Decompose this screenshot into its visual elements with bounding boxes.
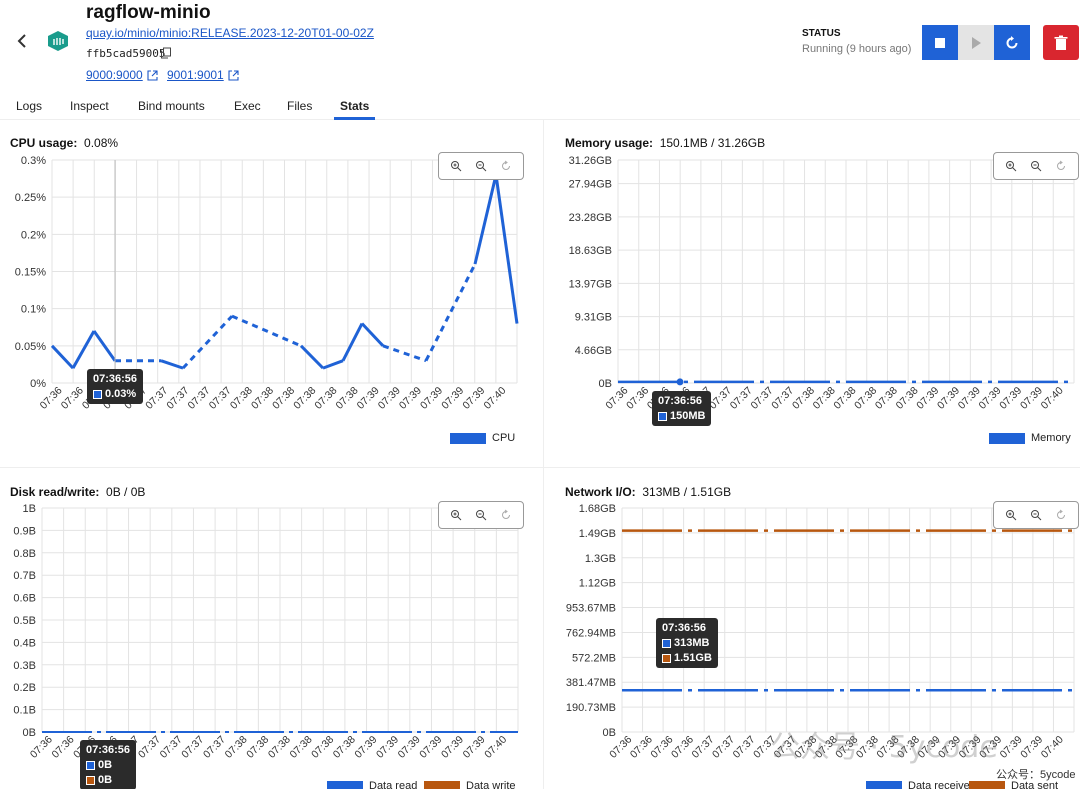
zoom-out-icon[interactable] xyxy=(1026,156,1046,176)
series-swatch xyxy=(662,638,671,648)
memory-legend[interactable]: Memory xyxy=(989,432,1071,444)
tooltip-value: 150MB xyxy=(670,410,706,422)
disk-legend-read[interactable]: Data read xyxy=(327,780,417,789)
zoom-out-icon[interactable] xyxy=(1026,505,1046,525)
x-tick-label: 07:37 xyxy=(710,734,737,761)
disk-legend-write[interactable]: Data write xyxy=(424,780,516,789)
tooltip-value: 0B xyxy=(98,759,113,771)
disk-tooltip: 07:36:56 0B 0B xyxy=(80,740,137,789)
tooltip-row: 0.03% xyxy=(93,388,137,400)
y-tick-label: 1.3GB xyxy=(585,553,616,565)
tooltip-value: 1.51GB xyxy=(674,652,712,664)
y-tick-label: 572.2MB xyxy=(572,652,616,664)
x-tick-label: 07:36 xyxy=(628,734,655,761)
series-swatch xyxy=(658,411,667,421)
x-tick-label: 07:36 xyxy=(669,734,696,761)
legend-label: Memory xyxy=(1031,432,1071,444)
reset-zoom-icon[interactable] xyxy=(496,156,516,176)
legend-label: Data read xyxy=(369,780,418,789)
y-tick-label: 1.12GB xyxy=(579,578,616,590)
x-tick-label: 07:39 xyxy=(998,734,1025,761)
tooltip-row: 0B xyxy=(86,774,130,786)
zoom-in-icon[interactable] xyxy=(446,505,466,525)
series-swatch xyxy=(86,775,95,785)
zoom-out-icon[interactable] xyxy=(471,156,491,176)
network-tooltip: 07:36:56 313MB 1.51GB xyxy=(656,618,718,668)
legend-swatch xyxy=(989,432,1025,444)
watermark: 公众号 · 5ycode xyxy=(770,730,998,765)
tooltip-time: 07:36:56 xyxy=(86,744,131,756)
x-tick-label: 07:36 xyxy=(648,734,675,761)
series-swatch xyxy=(662,653,671,663)
disk-zoom-toolbox xyxy=(438,501,524,529)
series-swatch xyxy=(93,389,102,399)
legend-swatch xyxy=(866,780,902,789)
memory-zoom-toolbox xyxy=(993,152,1079,180)
legend-label: Data received xyxy=(908,780,976,789)
cpu-tooltip: 07:36:56 0.03% xyxy=(87,369,144,404)
tooltip-time: 07:36:56 xyxy=(93,373,138,385)
x-tick-label: 07:37 xyxy=(731,734,758,761)
legend-swatch xyxy=(450,432,486,444)
y-tick-label: 1.68GB xyxy=(579,503,616,515)
cpu-legend[interactable]: CPU xyxy=(450,432,515,444)
y-tick-label: 0B xyxy=(603,727,616,739)
zoom-out-icon[interactable] xyxy=(471,505,491,525)
reset-zoom-icon[interactable] xyxy=(1051,505,1071,525)
y-tick-label: 953.67MB xyxy=(566,603,616,615)
y-tick-label: 190.73MB xyxy=(566,702,616,714)
cpu-zoom-toolbox xyxy=(438,152,524,180)
reset-zoom-icon[interactable] xyxy=(1051,156,1071,176)
zoom-in-icon[interactable] xyxy=(446,156,466,176)
legend-swatch xyxy=(327,780,363,789)
tooltip-row: 313MB xyxy=(662,637,712,649)
tooltip-value: 0.03% xyxy=(105,388,137,400)
tooltip-row: 150MB xyxy=(658,410,705,422)
tooltip-time: 07:36:56 xyxy=(658,395,703,407)
watermark-caption: 公众号：5ycode xyxy=(996,769,1076,781)
y-tick-label: 381.47MB xyxy=(566,677,616,689)
zoom-in-icon[interactable] xyxy=(1001,505,1021,525)
reset-zoom-icon[interactable] xyxy=(496,505,516,525)
x-tick-label: 07:39 xyxy=(1018,734,1045,761)
tooltip-row: 0B xyxy=(86,759,130,771)
tooltip-row: 1.51GB xyxy=(662,652,712,664)
series-swatch xyxy=(86,760,95,770)
y-tick-label: 1.49GB xyxy=(579,528,616,540)
legend-label: Data write xyxy=(466,780,516,789)
legend-label: CPU xyxy=(492,432,516,444)
x-tick-label: 07:37 xyxy=(690,734,717,761)
x-tick-label: 07:40 xyxy=(1039,734,1066,761)
tooltip-value: 313MB xyxy=(674,637,710,649)
network-zoom-toolbox xyxy=(993,501,1079,529)
tooltip-time: 07:36:56 xyxy=(662,622,707,634)
tooltip-value: 0B xyxy=(98,774,113,786)
network-chart: 0B 190.73MB 381.47MB 572.2MB 762.94MB 953.67M… xyxy=(566,503,1075,761)
memory-tooltip: 07:36:56 150MB xyxy=(652,391,712,426)
zoom-in-icon[interactable] xyxy=(1001,156,1021,176)
y-tick-label: 762.94MB xyxy=(566,627,616,639)
network-legend-received[interactable]: Data received xyxy=(866,780,976,789)
legend-swatch xyxy=(424,780,460,789)
